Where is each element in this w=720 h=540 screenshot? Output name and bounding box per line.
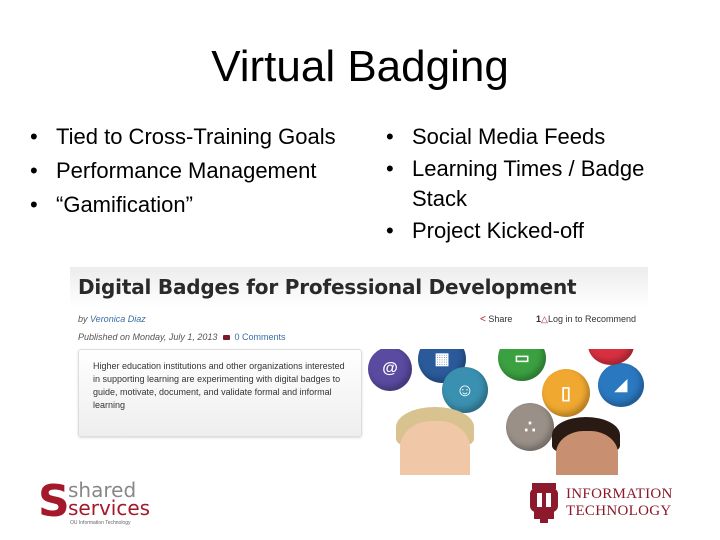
bullet-item: • Learning Times / Badge Stack <box>386 154 682 214</box>
shared-services-logo: S shared services OU Information Technol… <box>38 478 158 528</box>
bullet-item: • Tied to Cross-Training Goals <box>30 120 336 154</box>
people-badge-icon: ☺ <box>442 367 488 413</box>
share-button[interactable]: < Share <box>480 314 512 325</box>
ou-line2: TECHNOLOGY <box>566 503 672 519</box>
ou-it-logo: INFORMATION TECHNOLOGY <box>530 483 690 527</box>
published-date: Published on Monday, July 1, 2013 <box>78 332 218 342</box>
bullet-text: Performance Management <box>56 158 317 183</box>
chat-badge-icon: ▭ <box>498 349 546 381</box>
recommend-button[interactable]: 1△Log in to Recommend <box>536 314 636 325</box>
bullet-icon: • <box>386 156 394 181</box>
recommend-label: Log in to Recommend <box>547 314 636 324</box>
article-byline: by Veronica Diaz <box>78 314 146 324</box>
rss-badge-icon: ◢ <box>598 363 644 407</box>
share-label: Share <box>488 314 513 324</box>
bullet-icon: • <box>30 124 38 149</box>
article-summary-box: Higher education institutions and other … <box>78 349 362 437</box>
bullet-text: Tied to Cross-Training Goals <box>56 124 336 149</box>
comments-link[interactable]: 0 Comments <box>234 332 285 342</box>
left-bullet-list: • Tied to Cross-Training Goals • Performan… <box>30 120 336 222</box>
bullet-icon: • <box>30 192 38 217</box>
comment-icon <box>223 335 231 341</box>
bullet-item: • “Gamification” <box>30 188 336 222</box>
article-header: Digital Badges for Professional Developm… <box>70 267 648 307</box>
right-bullet-list: • Social Media Feeds • Learning Times / Ba… <box>386 122 682 248</box>
ou-line1: INFORMATION <box>566 486 673 502</box>
share-badge-icon: ∴ <box>506 403 554 451</box>
share-icon: < <box>480 314 486 325</box>
article-published: Published on Monday, July 1, 2013 0 Comme… <box>78 332 285 342</box>
bullet-item: • Social Media Feeds <box>386 122 682 152</box>
bullet-text: Project Kicked-off <box>412 218 585 243</box>
slide-title: Virtual Badging <box>211 42 509 91</box>
bullet-item: • Performance Management <box>30 154 336 188</box>
article-summary: Higher education institutions and other … <box>93 361 345 410</box>
bullet-text: Learning Times / Badge Stack <box>412 156 645 211</box>
ou-mark-icon <box>530 483 558 523</box>
red-badge-icon: ✓ <box>588 349 634 365</box>
bullet-text: Social Media Feeds <box>412 124 606 149</box>
bullet-icon: • <box>30 158 38 183</box>
article-screenshot: Digital Badges for Professional Developm… <box>70 267 648 475</box>
bullet-icon: • <box>386 218 394 243</box>
phone-badge-icon: ▯ <box>542 369 590 417</box>
services-text: services <box>68 496 151 520</box>
email-badge-icon: @ <box>368 349 412 391</box>
bullet-icon: • <box>386 124 394 149</box>
bullet-item: • Project Kicked-off <box>386 216 682 246</box>
man-face <box>400 421 470 475</box>
by-prefix: by <box>78 314 91 324</box>
shared-subtitle: OU Information Technology <box>70 520 131 526</box>
shared-s-mark: S <box>38 476 70 527</box>
woman-face <box>556 431 618 475</box>
bullet-text: “Gamification” <box>56 192 193 217</box>
author-link[interactable]: Veronica Diaz <box>90 314 146 324</box>
article-image: @ ▦ ☺ ▭ ∴ ▯ ◢ ✓ <box>366 349 648 475</box>
article-title: Digital Badges for Professional Developm… <box>78 275 577 299</box>
thumbs-up-icon: △ <box>541 314 548 324</box>
